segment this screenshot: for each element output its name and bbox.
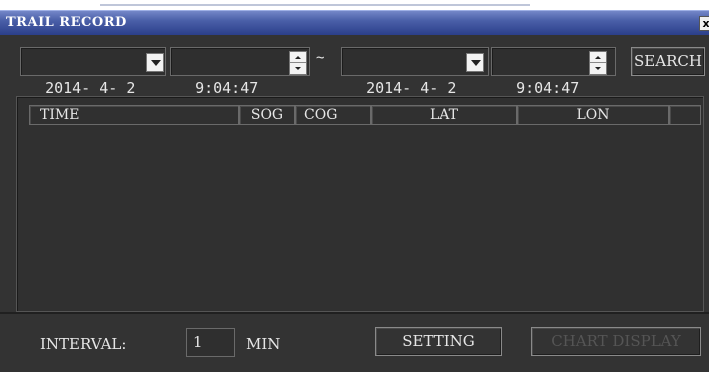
range-separator: ~ (316, 50, 325, 66)
column-header-lon[interactable]: LON (517, 105, 669, 125)
top-strip (0, 0, 709, 10)
spin-up-icon[interactable] (290, 52, 306, 63)
title-bar: TRAIL RECORD x (0, 10, 709, 35)
interval-input[interactable]: 1 (186, 328, 235, 357)
column-header-cog-label: COG (304, 107, 338, 123)
interval-unit-label: MIN (246, 335, 281, 353)
start-time-value: 9:04:47 (195, 79, 259, 97)
column-header-lon-label: LON (576, 107, 610, 123)
column-header-time[interactable]: TIME (29, 105, 239, 125)
column-header-lat[interactable]: LAT (371, 105, 517, 125)
column-header-time-label: TIME (40, 107, 80, 123)
start-date-select[interactable]: 2014- 4- 2 (20, 47, 166, 97)
column-header-lat-label: LAT (430, 107, 458, 123)
end-time-value: 9:04:47 (516, 79, 580, 97)
trail-record-table: TIME SOG COG LAT LON (16, 96, 704, 312)
start-date-value: 2014- 4- 2 (45, 79, 136, 97)
end-date-value: 2014- 4- 2 (366, 79, 457, 97)
start-time-spinner (289, 51, 307, 75)
window-title: TRAIL RECORD (6, 15, 127, 30)
close-icon[interactable]: x (699, 16, 709, 31)
divider (0, 312, 709, 314)
spin-down-icon[interactable] (590, 63, 606, 74)
interval-label: INTERVAL: (40, 335, 127, 353)
spin-down-icon[interactable] (290, 63, 306, 74)
end-time-spinner (589, 51, 607, 75)
column-header-sog[interactable]: SOG (239, 105, 295, 125)
top-strip-line (100, 4, 530, 6)
column-header-cog[interactable]: COG (295, 105, 371, 125)
search-button[interactable]: SEARCH (631, 47, 705, 76)
setting-button[interactable]: SETTING (375, 327, 502, 356)
spin-up-icon[interactable] (590, 52, 606, 63)
column-header-sog-label: SOG (250, 107, 284, 123)
chart-display-button[interactable]: CHART DISPLAY (531, 327, 701, 356)
end-date-dropdown-icon[interactable] (466, 53, 484, 72)
column-header-extra[interactable] (669, 105, 701, 125)
start-date-dropdown-icon[interactable] (146, 53, 164, 72)
